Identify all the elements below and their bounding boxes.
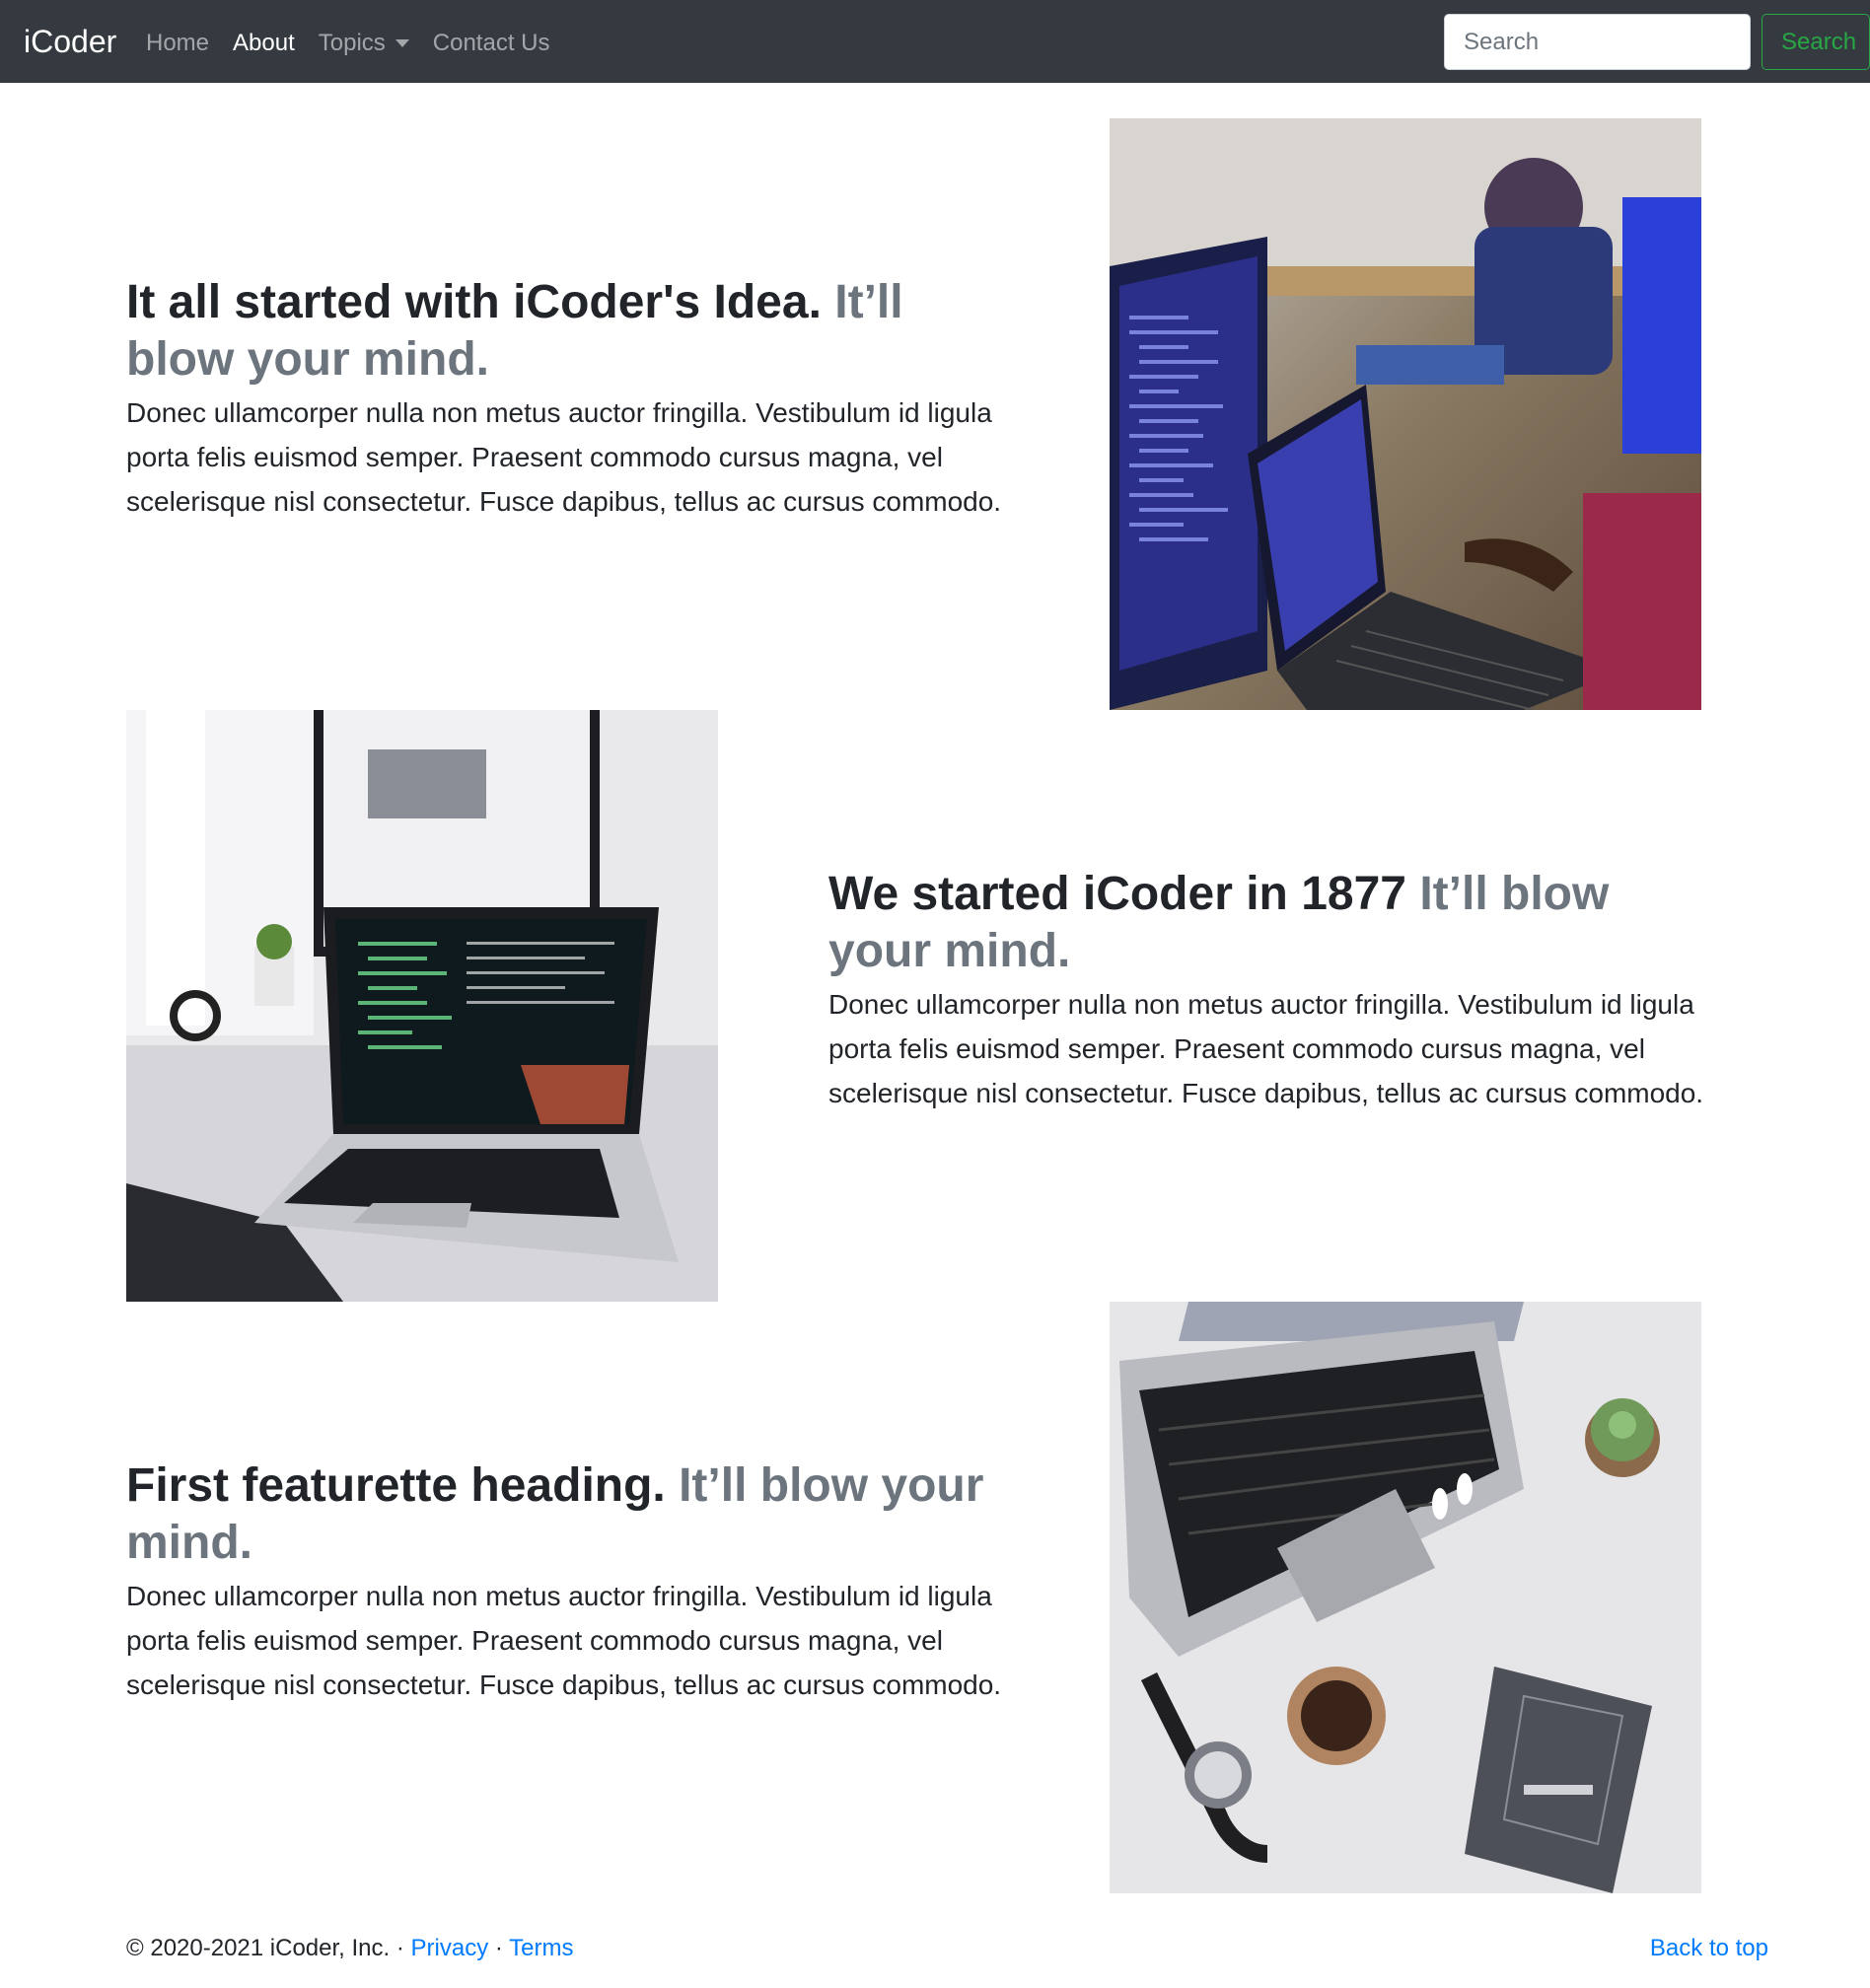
featurette-3-text: First featurette heading. It’ll blow you… <box>126 1457 1014 1707</box>
navbar: iCoder Home About Topics Contact Us Sear… <box>0 0 1870 83</box>
footer-separator: · <box>494 1935 503 1961</box>
laptop-desk-photo <box>126 710 718 1302</box>
featurette-1-text: It all started with iCoder's Idea. It’ll… <box>126 274 1014 524</box>
featurette-2-heading-main: We started iCoder in 1877 <box>828 868 1406 920</box>
footer-terms-link[interactable]: Terms <box>509 1935 573 1961</box>
featurette-2-lead: Donec ullamcorper nulla non metus auctor… <box>828 989 1704 1108</box>
featurette-3-heading-main: First featurette heading. <box>126 1459 666 1512</box>
featurette-3-lead: Donec ullamcorper nulla non metus auctor… <box>126 1581 1002 1700</box>
back-to-top-link[interactable]: Back to top <box>1650 1933 1768 1964</box>
flatlay-desk-photo <box>1110 1302 1701 1893</box>
featurette-2-text: We started iCoder in 1877 It’ll blow you… <box>828 866 1716 1115</box>
featurette-2-heading: We started iCoder in 1877 It’ll blow you… <box>828 866 1716 980</box>
featurette-3-image <box>1110 1302 1701 1893</box>
featurette-1-heading-main: It all started with iCoder's Idea. <box>126 276 822 328</box>
nav-link-home[interactable]: Home <box>146 24 209 63</box>
featurette-1-image <box>1110 118 1701 710</box>
nav-link-topics[interactable]: Topics <box>319 24 409 63</box>
brand-logo[interactable]: iCoder <box>24 22 116 61</box>
featurette-1-heading: It all started with iCoder's Idea. It’ll… <box>126 274 1014 389</box>
featurette-2-image <box>126 710 718 1302</box>
nav-link-topics-label: Topics <box>318 30 386 56</box>
featurette-3-heading: First featurette heading. It’ll blow you… <box>126 1457 1014 1572</box>
featurette-1-lead: Donec ullamcorper nulla non metus auctor… <box>126 397 1002 517</box>
footer-copyright-text: © 2020-2021 iCoder, Inc. · <box>126 1935 404 1961</box>
chevron-down-icon <box>395 39 409 47</box>
footer-copyright: © 2020-2021 iCoder, Inc. · Privacy · Ter… <box>126 1933 573 1964</box>
nav-link-contact[interactable]: Contact Us <box>433 24 550 63</box>
search-input[interactable] <box>1444 14 1751 70</box>
nav-links: Home About Topics Contact Us <box>146 24 574 63</box>
office-coding-photo <box>1110 118 1701 710</box>
nav-link-about[interactable]: About <box>233 24 295 63</box>
search-button[interactable]: Search <box>1762 14 1870 70</box>
footer-privacy-link[interactable]: Privacy <box>411 1935 489 1961</box>
